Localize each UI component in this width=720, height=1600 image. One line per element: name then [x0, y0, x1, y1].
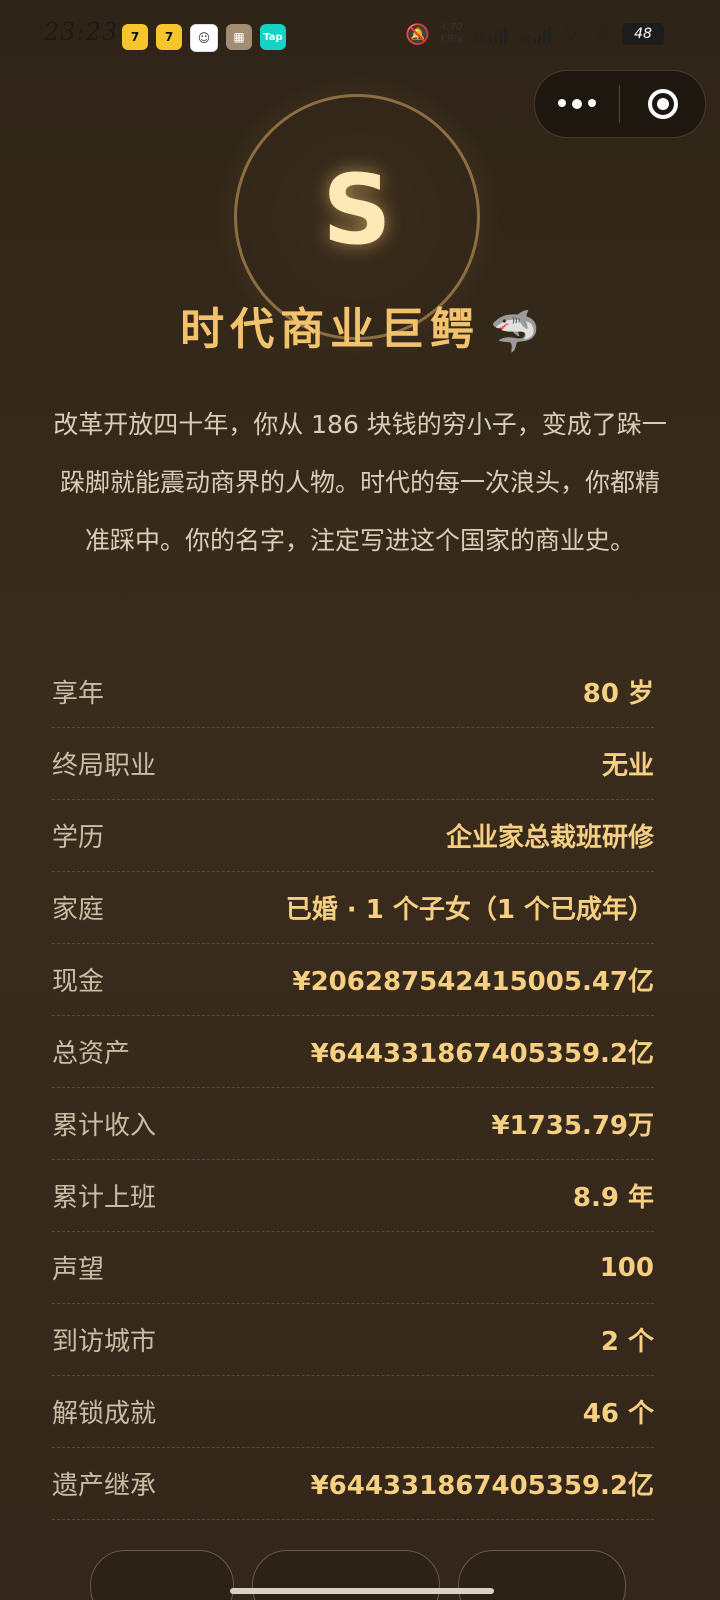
avatar-icon: ☺	[190, 24, 218, 52]
close-target-icon	[647, 89, 678, 119]
stat-row-cities: 到访城市 2 个	[52, 1304, 654, 1376]
taptap-icon: Tap	[260, 24, 286, 50]
stat-label: 家庭	[52, 895, 105, 925]
close-miniprogram-button[interactable]	[620, 89, 705, 119]
stat-value: ¥1735.79万	[491, 1111, 654, 1141]
action-button-1[interactable]	[90, 1550, 234, 1600]
net-speed: 4.70 KB/s	[440, 22, 463, 45]
signal-5g-1: 5G	[472, 24, 507, 44]
qimao-icon: 7	[156, 24, 182, 50]
stat-row-achievements: 解锁成就 46 个	[52, 1376, 654, 1448]
battery-icon: 48	[622, 23, 664, 45]
result-description: 改革开放四十年，你从 186 块钱的穷小子，变成了跺一跺脚就能震动商界的人物。时…	[53, 410, 667, 555]
stat-value: 企业家总裁班研修	[445, 823, 654, 853]
grade-badge: S	[322, 154, 392, 266]
stat-label: 累计上班	[52, 1183, 157, 1213]
stat-label: 终局职业	[52, 751, 157, 781]
stat-value: 100	[599, 1252, 654, 1283]
stat-row-reputation: 声望 100	[52, 1232, 654, 1304]
stat-value: ¥206287542415005.47亿	[292, 967, 654, 997]
stat-label: 享年	[52, 679, 105, 709]
signal-5g-2: 5G	[517, 24, 551, 44]
stat-row-work-years: 累计上班 8.9 年	[52, 1160, 654, 1232]
shark-icon: 🦈	[490, 309, 540, 355]
home-indicator[interactable]	[230, 1588, 494, 1594]
signal-bars-icon	[488, 24, 507, 44]
stat-label: 声望	[52, 1255, 105, 1285]
stat-row-cash: 现金 ¥206287542415005.47亿	[52, 944, 654, 1016]
stats-list: 享年 80 岁 终局职业 无业 学历 企业家总裁班研修 家庭 已婚 · 1 个子…	[52, 656, 654, 1520]
stat-label: 总资产	[52, 1039, 131, 1069]
photo-icon: ▦	[226, 24, 252, 50]
stat-value: ¥644331867405359.2亿	[310, 1471, 654, 1501]
stat-row-inheritance: 遗产继承 ¥644331867405359.2亿	[52, 1448, 654, 1520]
result-title-text: 时代商业巨鳄	[180, 304, 481, 355]
stat-label: 学历	[52, 823, 105, 853]
signal-bars-icon	[532, 24, 551, 44]
result-title: 时代商业巨鳄 🦈	[0, 300, 720, 362]
wifi-icon: ⌔	[560, 22, 582, 47]
mute-bell-icon: 🔕	[405, 22, 431, 46]
notification-icons: 7 7 ☺ ▦ Tap	[122, 24, 286, 52]
stat-row-family: 家庭 已婚 · 1 个子女（1 个已成年）	[52, 872, 654, 944]
stat-label: 遗产继承	[52, 1471, 157, 1501]
stat-label: 到访城市	[52, 1327, 157, 1357]
stat-row-total-income: 累计收入 ¥1735.79万	[52, 1088, 654, 1160]
stat-value: 无业	[601, 751, 654, 781]
status-bar: 23:23 7 7 ☺ ▦ Tap 🔕 4.70 KB/s 5G 5G ⌔ ⌔ …	[0, 0, 720, 64]
stat-row-education: 学历 企业家总裁班研修	[52, 800, 654, 872]
stat-label: 解锁成就	[52, 1399, 157, 1429]
stat-row-total-assets: 总资产 ¥644331867405359.2亿	[52, 1016, 654, 1088]
more-options-icon[interactable]	[535, 99, 619, 109]
stat-value: 46 个	[582, 1399, 654, 1429]
stat-value: 2 个	[600, 1327, 654, 1357]
stat-value: 8.9 年	[572, 1183, 654, 1213]
stat-row-age: 享年 80 岁	[52, 656, 654, 728]
stat-row-final-job: 终局职业 无业	[52, 728, 654, 800]
stat-value: 80 岁	[582, 679, 654, 709]
status-time: 23:23	[44, 18, 119, 46]
system-icons: 🔕 4.70 KB/s 5G 5G ⌔ ⌔ 48	[405, 20, 664, 48]
stat-label: 现金	[52, 967, 105, 997]
stat-value: 已婚 · 1 个子女（1 个已成年）	[285, 895, 654, 925]
stat-value: ¥644331867405359.2亿	[310, 1039, 654, 1069]
miniprogram-capsule	[534, 70, 706, 138]
wifi-icon: ⌔	[591, 22, 612, 47]
stat-label: 累计收入	[52, 1111, 157, 1141]
qimao-icon: 7	[122, 24, 148, 50]
